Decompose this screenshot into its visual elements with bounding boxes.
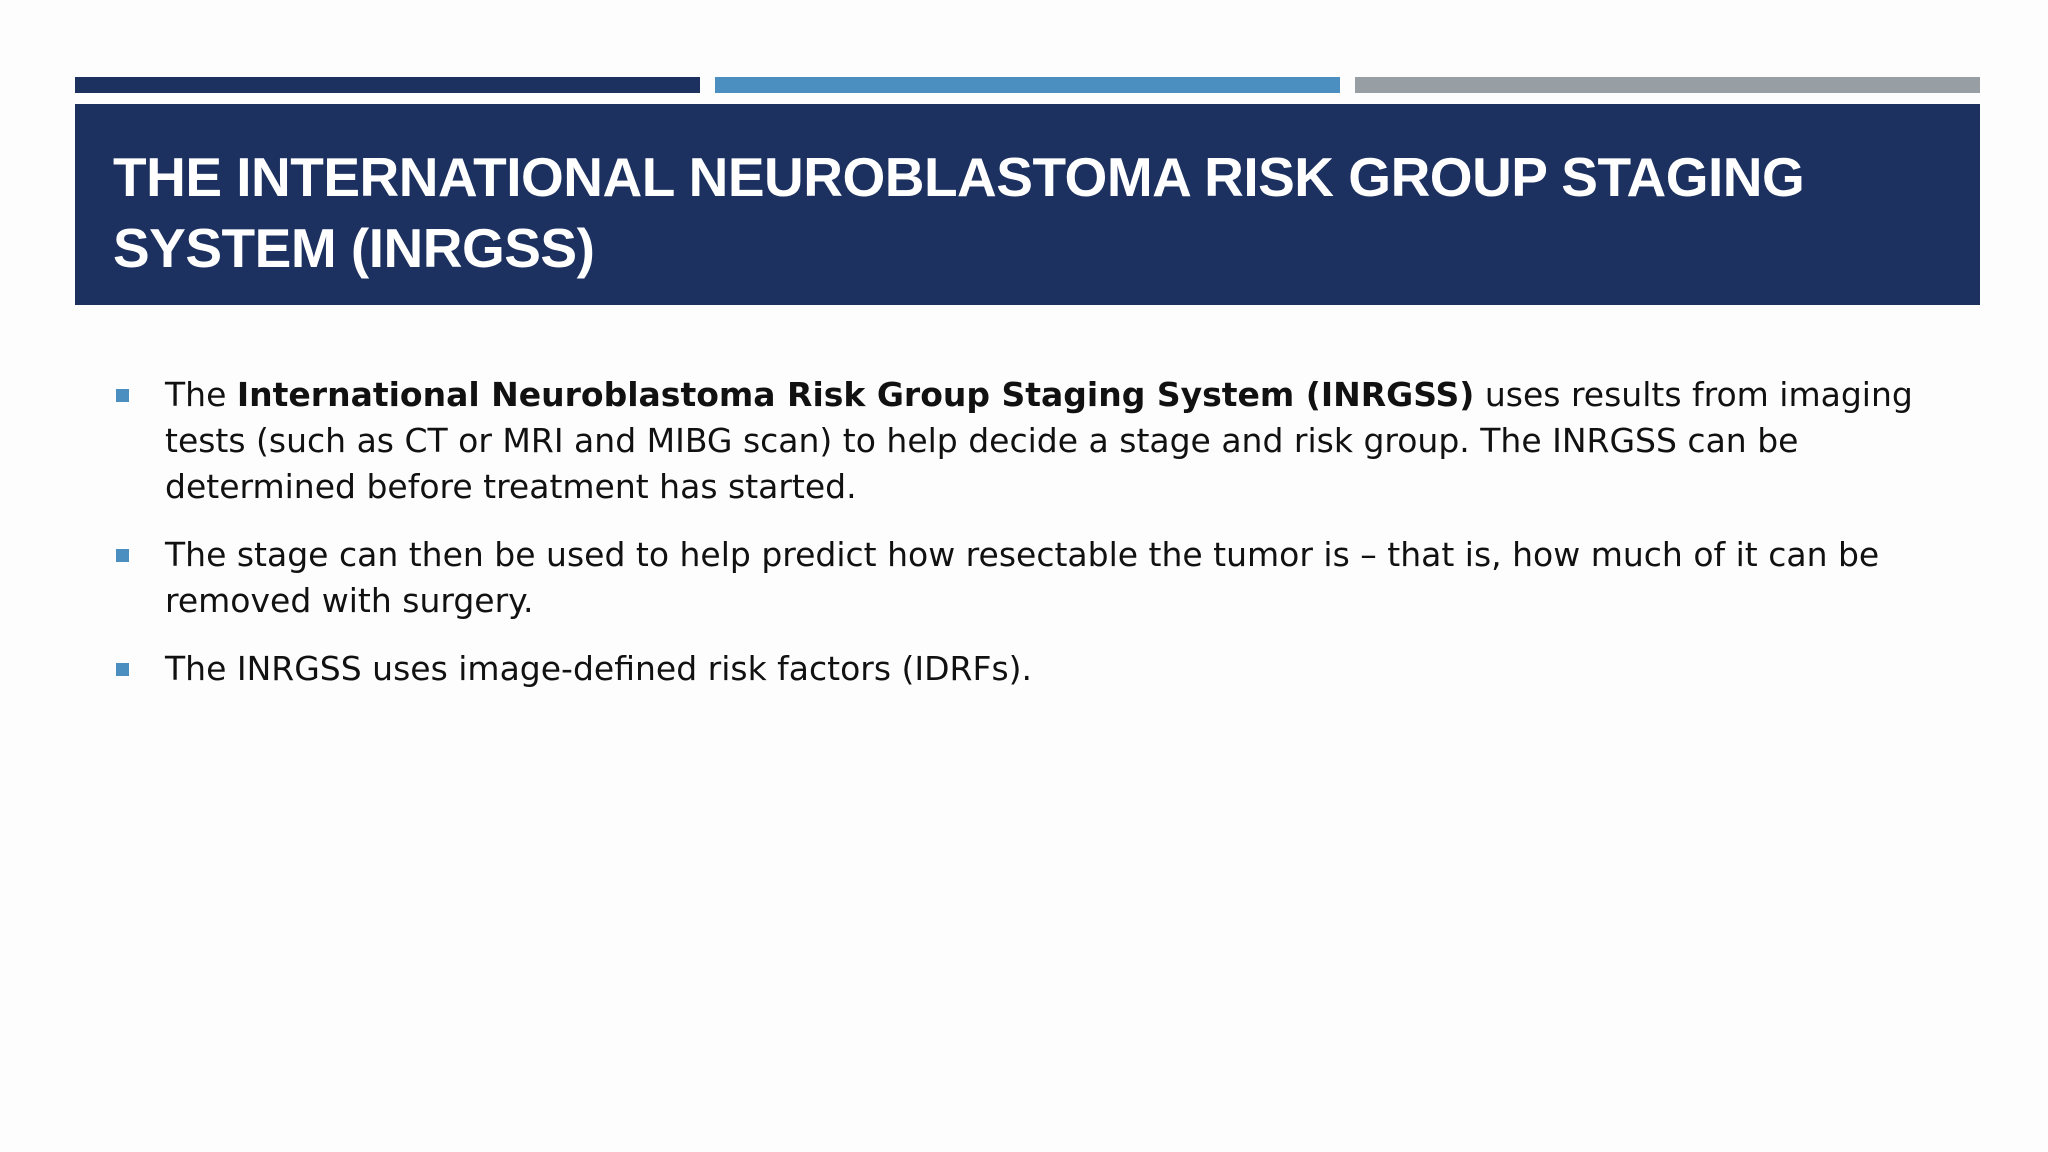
bullet-item-idrfs: The INRGSS uses image-defined risk facto… xyxy=(112,646,1942,692)
slide-content: The International Neuroblastoma Risk Gro… xyxy=(112,372,1942,714)
square-bullet-icon xyxy=(116,389,129,402)
accent-bar-dark xyxy=(75,77,700,93)
title-band: THE INTERNATIONAL NEUROBLASTOMA RISK GRO… xyxy=(75,104,1980,305)
bullet-text: The INRGSS uses image-defined risk facto… xyxy=(165,649,1033,688)
square-bullet-icon xyxy=(116,549,129,562)
bullet-text: The stage can then be used to help predi… xyxy=(165,535,1880,620)
bullet-lead-text: The xyxy=(165,375,237,414)
bullet-item-resectability: The stage can then be used to help predi… xyxy=(112,532,1942,624)
bullet-list: The International Neuroblastoma Risk Gro… xyxy=(112,372,1942,692)
accent-bar-gray xyxy=(1355,77,1980,93)
slide-title: THE INTERNATIONAL NEUROBLASTOMA RISK GRO… xyxy=(113,146,1805,279)
accent-bar-blue xyxy=(715,77,1340,93)
square-bullet-icon xyxy=(116,663,129,676)
bullet-item-inrgss-definition: The International Neuroblastoma Risk Gro… xyxy=(112,372,1942,510)
bullet-bold-term: International Neuroblastoma Risk Group S… xyxy=(236,375,1475,414)
slide: THE INTERNATIONAL NEUROBLASTOMA RISK GRO… xyxy=(0,0,2048,1152)
